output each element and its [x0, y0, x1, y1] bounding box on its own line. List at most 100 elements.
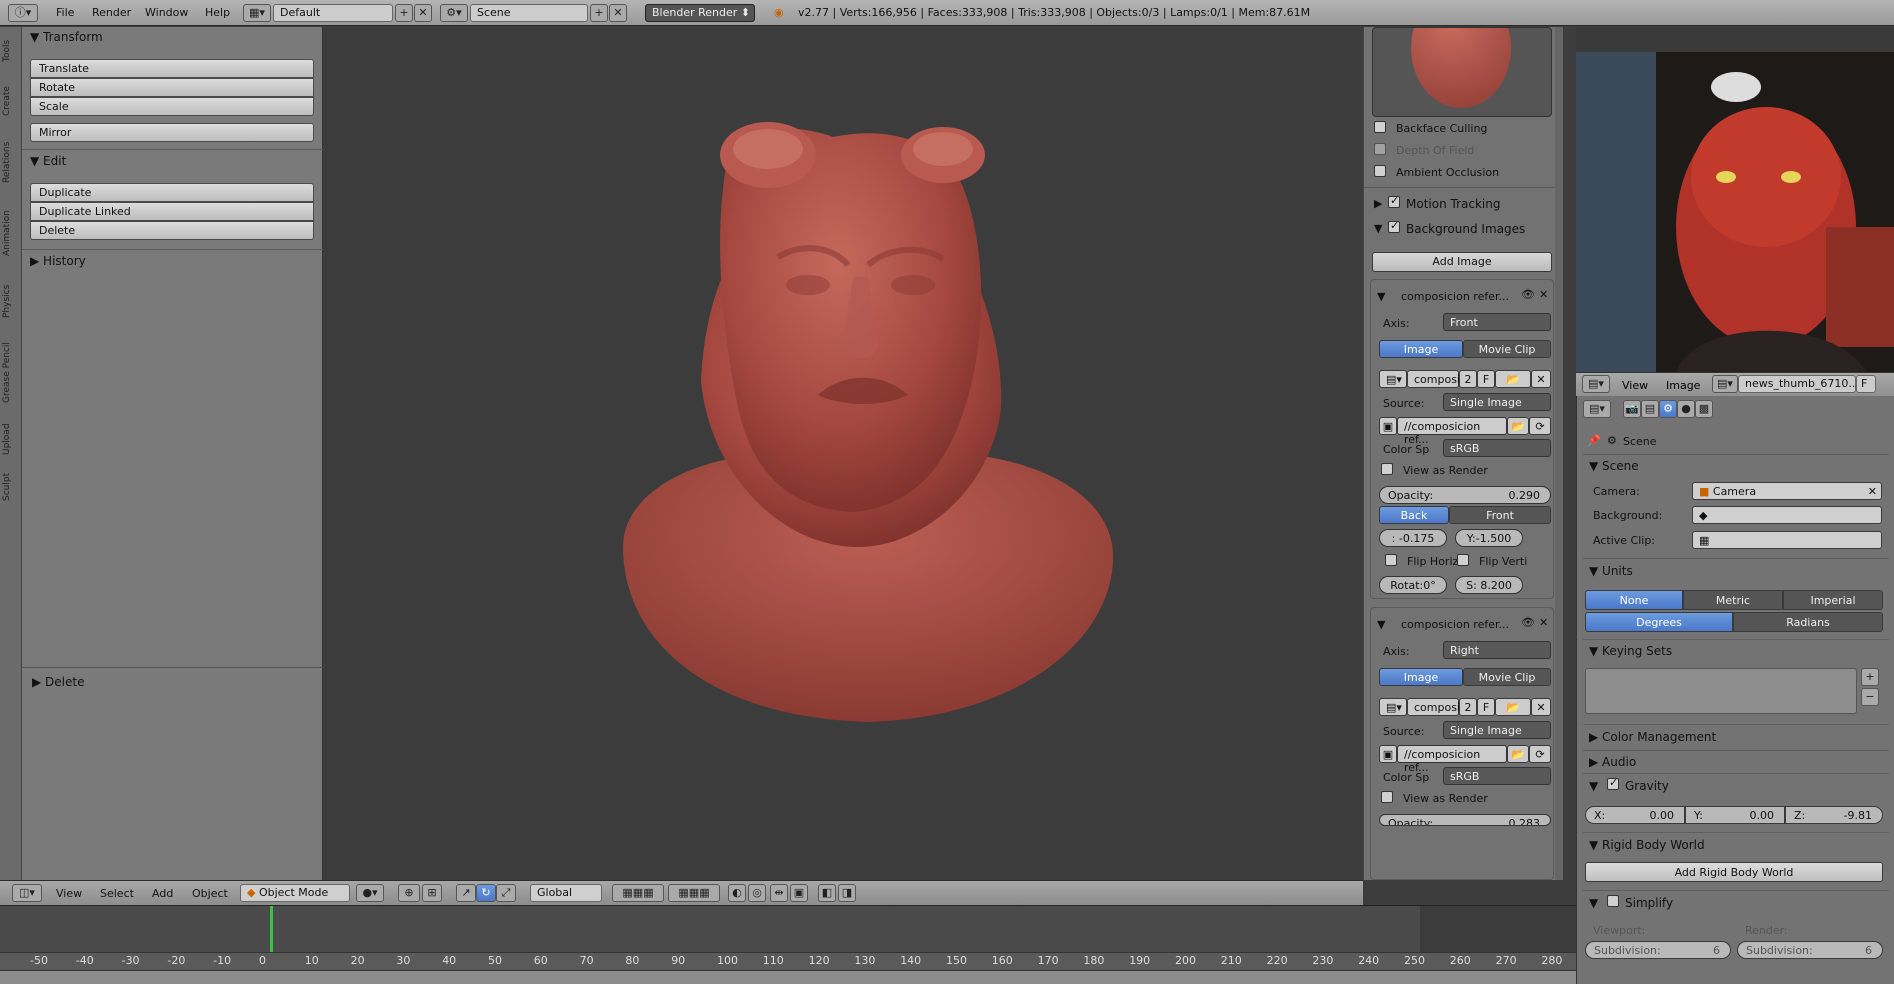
back-toggle[interactable]: Back: [1379, 506, 1449, 524]
image-browse-icon[interactable]: ▤▾: [1712, 375, 1738, 393]
current-frame-indicator[interactable]: [270, 906, 273, 956]
menu-file[interactable]: File: [56, 6, 74, 19]
motion-tracking-header[interactable]: Motion Tracking: [1406, 197, 1500, 211]
open-file-icon[interactable]: 📂: [1495, 370, 1531, 388]
axis-select[interactable]: Right: [1443, 641, 1551, 659]
colorspace-select[interactable]: sRGB: [1443, 439, 1551, 457]
unit-none-button[interactable]: None: [1585, 590, 1683, 610]
background-images-checkbox[interactable]: [1388, 219, 1400, 233]
world-context-icon[interactable]: ●: [1677, 400, 1695, 418]
rotation-radians-button[interactable]: Radians: [1733, 612, 1883, 632]
image-browse-icon[interactable]: ▤▾: [1379, 370, 1407, 388]
add-image-button[interactable]: Add Image: [1372, 252, 1552, 272]
rotate-manipulator-icon[interactable]: ↻: [476, 884, 496, 902]
simplify-panel-header[interactable]: Simplify: [1625, 896, 1673, 910]
background-images-header[interactable]: Background Images: [1406, 222, 1525, 236]
sculpt-bust-model[interactable]: [323, 27, 1363, 880]
backface-culling-checkbox[interactable]: [1374, 121, 1386, 133]
subdivision-viewport-field[interactable]: Subdivision: 6: [1585, 941, 1731, 959]
menu-help[interactable]: Help: [205, 6, 230, 19]
filepath-field[interactable]: //composicion ref...: [1397, 417, 1507, 446]
reload-icon[interactable]: ⟳: [1529, 417, 1551, 435]
add-layout-icon[interactable]: +: [395, 4, 413, 22]
menu-view[interactable]: View: [56, 887, 82, 900]
source-select[interactable]: Single Image: [1443, 721, 1551, 739]
tab-image[interactable]: Image: [1379, 668, 1463, 686]
editor-type-properties-icon[interactable]: ▤▾: [1583, 400, 1611, 418]
gravity-y-field[interactable]: Y: 0.00: [1685, 806, 1785, 824]
unit-imperial-button[interactable]: Imperial: [1783, 590, 1883, 610]
proportional-edit-icon[interactable]: ◎: [748, 884, 766, 902]
scale-button[interactable]: Scale: [30, 97, 314, 116]
fake-user-toggle[interactable]: F: [1477, 370, 1495, 388]
filepath-field[interactable]: //composicion ref...: [1397, 745, 1507, 774]
unlink-icon[interactable]: ✕: [1531, 370, 1551, 388]
layout-field[interactable]: Default: [273, 4, 393, 22]
remove-scene-icon[interactable]: ✕: [609, 4, 627, 22]
simplify-arrow-icon[interactable]: ▼: [1589, 896, 1598, 910]
translate-button[interactable]: Translate: [30, 59, 314, 78]
image-name-field[interactable]: composi: [1407, 370, 1460, 388]
render-opengl-icon[interactable]: ◧: [818, 884, 836, 902]
n-panel-scrollbar[interactable]: [1555, 27, 1563, 880]
render-engine-select[interactable]: Blender Render ⬍: [645, 4, 755, 22]
pivot-point-icon[interactable]: ⊕: [398, 884, 420, 902]
tab-create[interactable]: Create: [2, 77, 20, 125]
tab-image[interactable]: Image: [1379, 340, 1463, 358]
depth-of-field-checkbox[interactable]: [1374, 143, 1386, 155]
snap-element-icon[interactable]: ▣: [790, 884, 808, 902]
gravity-panel-header[interactable]: Gravity: [1625, 779, 1669, 793]
users-count[interactable]: 2: [1459, 698, 1477, 716]
tab-tools[interactable]: Tools: [2, 33, 20, 69]
menu-select[interactable]: Select: [100, 887, 134, 900]
menu-image[interactable]: Image: [1666, 379, 1700, 392]
view-as-render-checkbox[interactable]: [1381, 791, 1393, 803]
active-clip-field[interactable]: ▦: [1692, 531, 1882, 549]
render-anim-icon[interactable]: ◨: [838, 884, 856, 902]
layers-grid-icon[interactable]: ▦▦▦: [612, 884, 664, 902]
remove-image-icon[interactable]: ✕: [1539, 288, 1548, 301]
menu-window[interactable]: Window: [145, 6, 188, 19]
collapse-arrow-icon[interactable]: ▼: [1377, 290, 1385, 303]
motion-tracking-arrow-icon[interactable]: ▶: [1374, 197, 1382, 210]
clear-camera-icon[interactable]: ✕: [1868, 485, 1877, 498]
menu-view[interactable]: View: [1622, 379, 1648, 392]
mirror-button[interactable]: Mirror: [30, 123, 314, 142]
axis-select[interactable]: Front: [1443, 313, 1551, 331]
users-count[interactable]: 2: [1459, 370, 1477, 388]
simplify-checkbox[interactable]: [1607, 895, 1619, 907]
gravity-x-field[interactable]: X: 0.00: [1585, 806, 1685, 824]
menu-render[interactable]: Render: [92, 6, 131, 19]
opacity-slider[interactable]: Opacity: 0.283: [1379, 814, 1551, 826]
scene-panel-header[interactable]: ▼ Scene: [1589, 459, 1639, 473]
image-browse-icon[interactable]: ▤▾: [1379, 698, 1407, 716]
duplicate-button[interactable]: Duplicate: [30, 183, 314, 202]
delete-button[interactable]: Delete: [30, 221, 314, 240]
remove-layout-icon[interactable]: ✕: [414, 4, 432, 22]
rotation-degrees-button[interactable]: Degrees: [1585, 612, 1733, 632]
tab-movie-clip[interactable]: Movie Clip: [1463, 668, 1551, 686]
transform-panel-header[interactable]: ▼ Transform: [30, 30, 103, 44]
size-field[interactable]: S: 8.200: [1455, 576, 1523, 594]
last-operator-panel-header[interactable]: ▶ Delete: [32, 675, 84, 689]
offset-y-field[interactable]: Y:-1.500: [1455, 529, 1523, 547]
manipulator-icon[interactable]: ⊞: [422, 884, 442, 902]
gravity-checkbox[interactable]: [1607, 776, 1619, 790]
scene-field[interactable]: Scene: [470, 4, 588, 22]
unit-metric-button[interactable]: Metric: [1683, 590, 1783, 610]
3d-viewport[interactable]: [323, 27, 1363, 880]
history-panel-header[interactable]: ▶ History: [30, 254, 86, 268]
unlink-icon[interactable]: ✕: [1531, 698, 1551, 716]
screen-layout-icon[interactable]: ▦▾: [243, 4, 271, 22]
subdivision-render-field[interactable]: Subdivision: 6: [1737, 941, 1883, 959]
add-rigid-body-world-button[interactable]: Add Rigid Body World: [1585, 862, 1883, 882]
rotation-field[interactable]: Rotat:0°: [1379, 576, 1447, 594]
tab-grease-pencil[interactable]: Grease Pencil: [2, 333, 20, 413]
browse-file-icon[interactable]: 📂: [1507, 417, 1529, 435]
colorspace-select[interactable]: sRGB: [1443, 767, 1551, 785]
snap-icon[interactable]: ⇹: [770, 884, 788, 902]
lock-camera-icon[interactable]: ◐: [728, 884, 746, 902]
add-keying-set-icon[interactable]: +: [1861, 668, 1879, 686]
gravity-z-field[interactable]: Z: -9.81: [1785, 806, 1883, 824]
keying-sets-list[interactable]: [1585, 668, 1857, 714]
